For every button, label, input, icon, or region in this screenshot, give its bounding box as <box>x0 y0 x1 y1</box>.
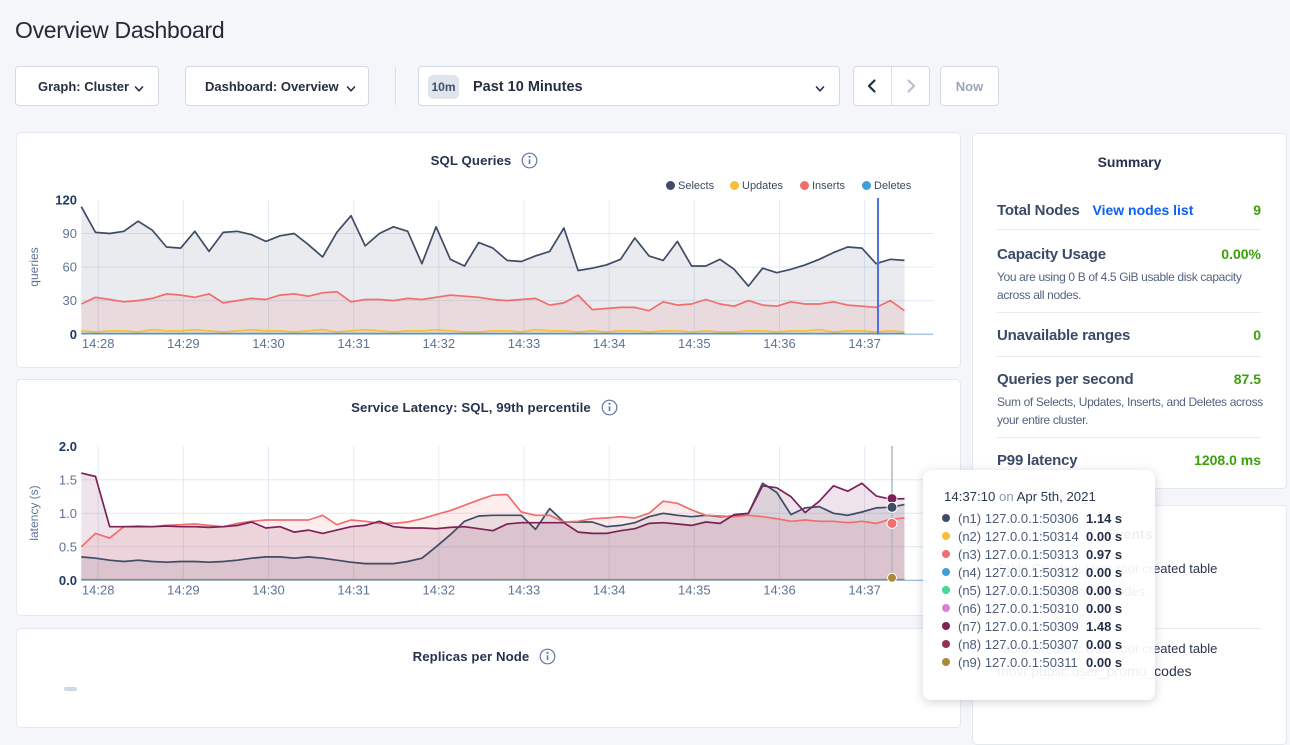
svg-text:14:35: 14:35 <box>678 336 711 351</box>
svg-text:0: 0 <box>70 327 77 342</box>
svg-text:14:28: 14:28 <box>82 582 115 597</box>
svg-text:1.5: 1.5 <box>59 472 77 487</box>
svg-text:14:32: 14:32 <box>423 336 456 351</box>
svg-text:120: 120 <box>55 193 77 208</box>
svg-text:latency (s): latency (s) <box>27 485 41 540</box>
svg-text:14:35: 14:35 <box>678 582 711 597</box>
svg-text:14:33: 14:33 <box>508 582 541 597</box>
svg-text:14:32: 14:32 <box>423 582 456 597</box>
svg-text:14:36: 14:36 <box>763 336 796 351</box>
svg-text:14:29: 14:29 <box>167 336 200 351</box>
svg-text:14:33: 14:33 <box>508 336 541 351</box>
svg-text:14:37: 14:37 <box>848 582 881 597</box>
svg-text:14:28: 14:28 <box>82 336 115 351</box>
svg-text:14:37: 14:37 <box>848 336 881 351</box>
svg-text:14:36: 14:36 <box>763 582 796 597</box>
svg-text:30: 30 <box>63 293 77 308</box>
svg-text:14:29: 14:29 <box>167 582 200 597</box>
svg-text:14:34: 14:34 <box>593 582 626 597</box>
svg-text:14:31: 14:31 <box>337 582 370 597</box>
svg-text:1.0: 1.0 <box>59 506 77 521</box>
svg-text:2.0: 2.0 <box>59 439 77 454</box>
svg-text:queries: queries <box>27 247 41 286</box>
svg-text:14:31: 14:31 <box>337 336 370 351</box>
svg-text:14:30: 14:30 <box>252 582 285 597</box>
svg-text:0.0: 0.0 <box>59 573 77 588</box>
svg-text:90: 90 <box>63 226 77 241</box>
svg-text:14:30: 14:30 <box>252 336 285 351</box>
svg-text:60: 60 <box>63 260 77 275</box>
svg-text:0.5: 0.5 <box>59 539 77 554</box>
svg-text:14:34: 14:34 <box>593 336 626 351</box>
